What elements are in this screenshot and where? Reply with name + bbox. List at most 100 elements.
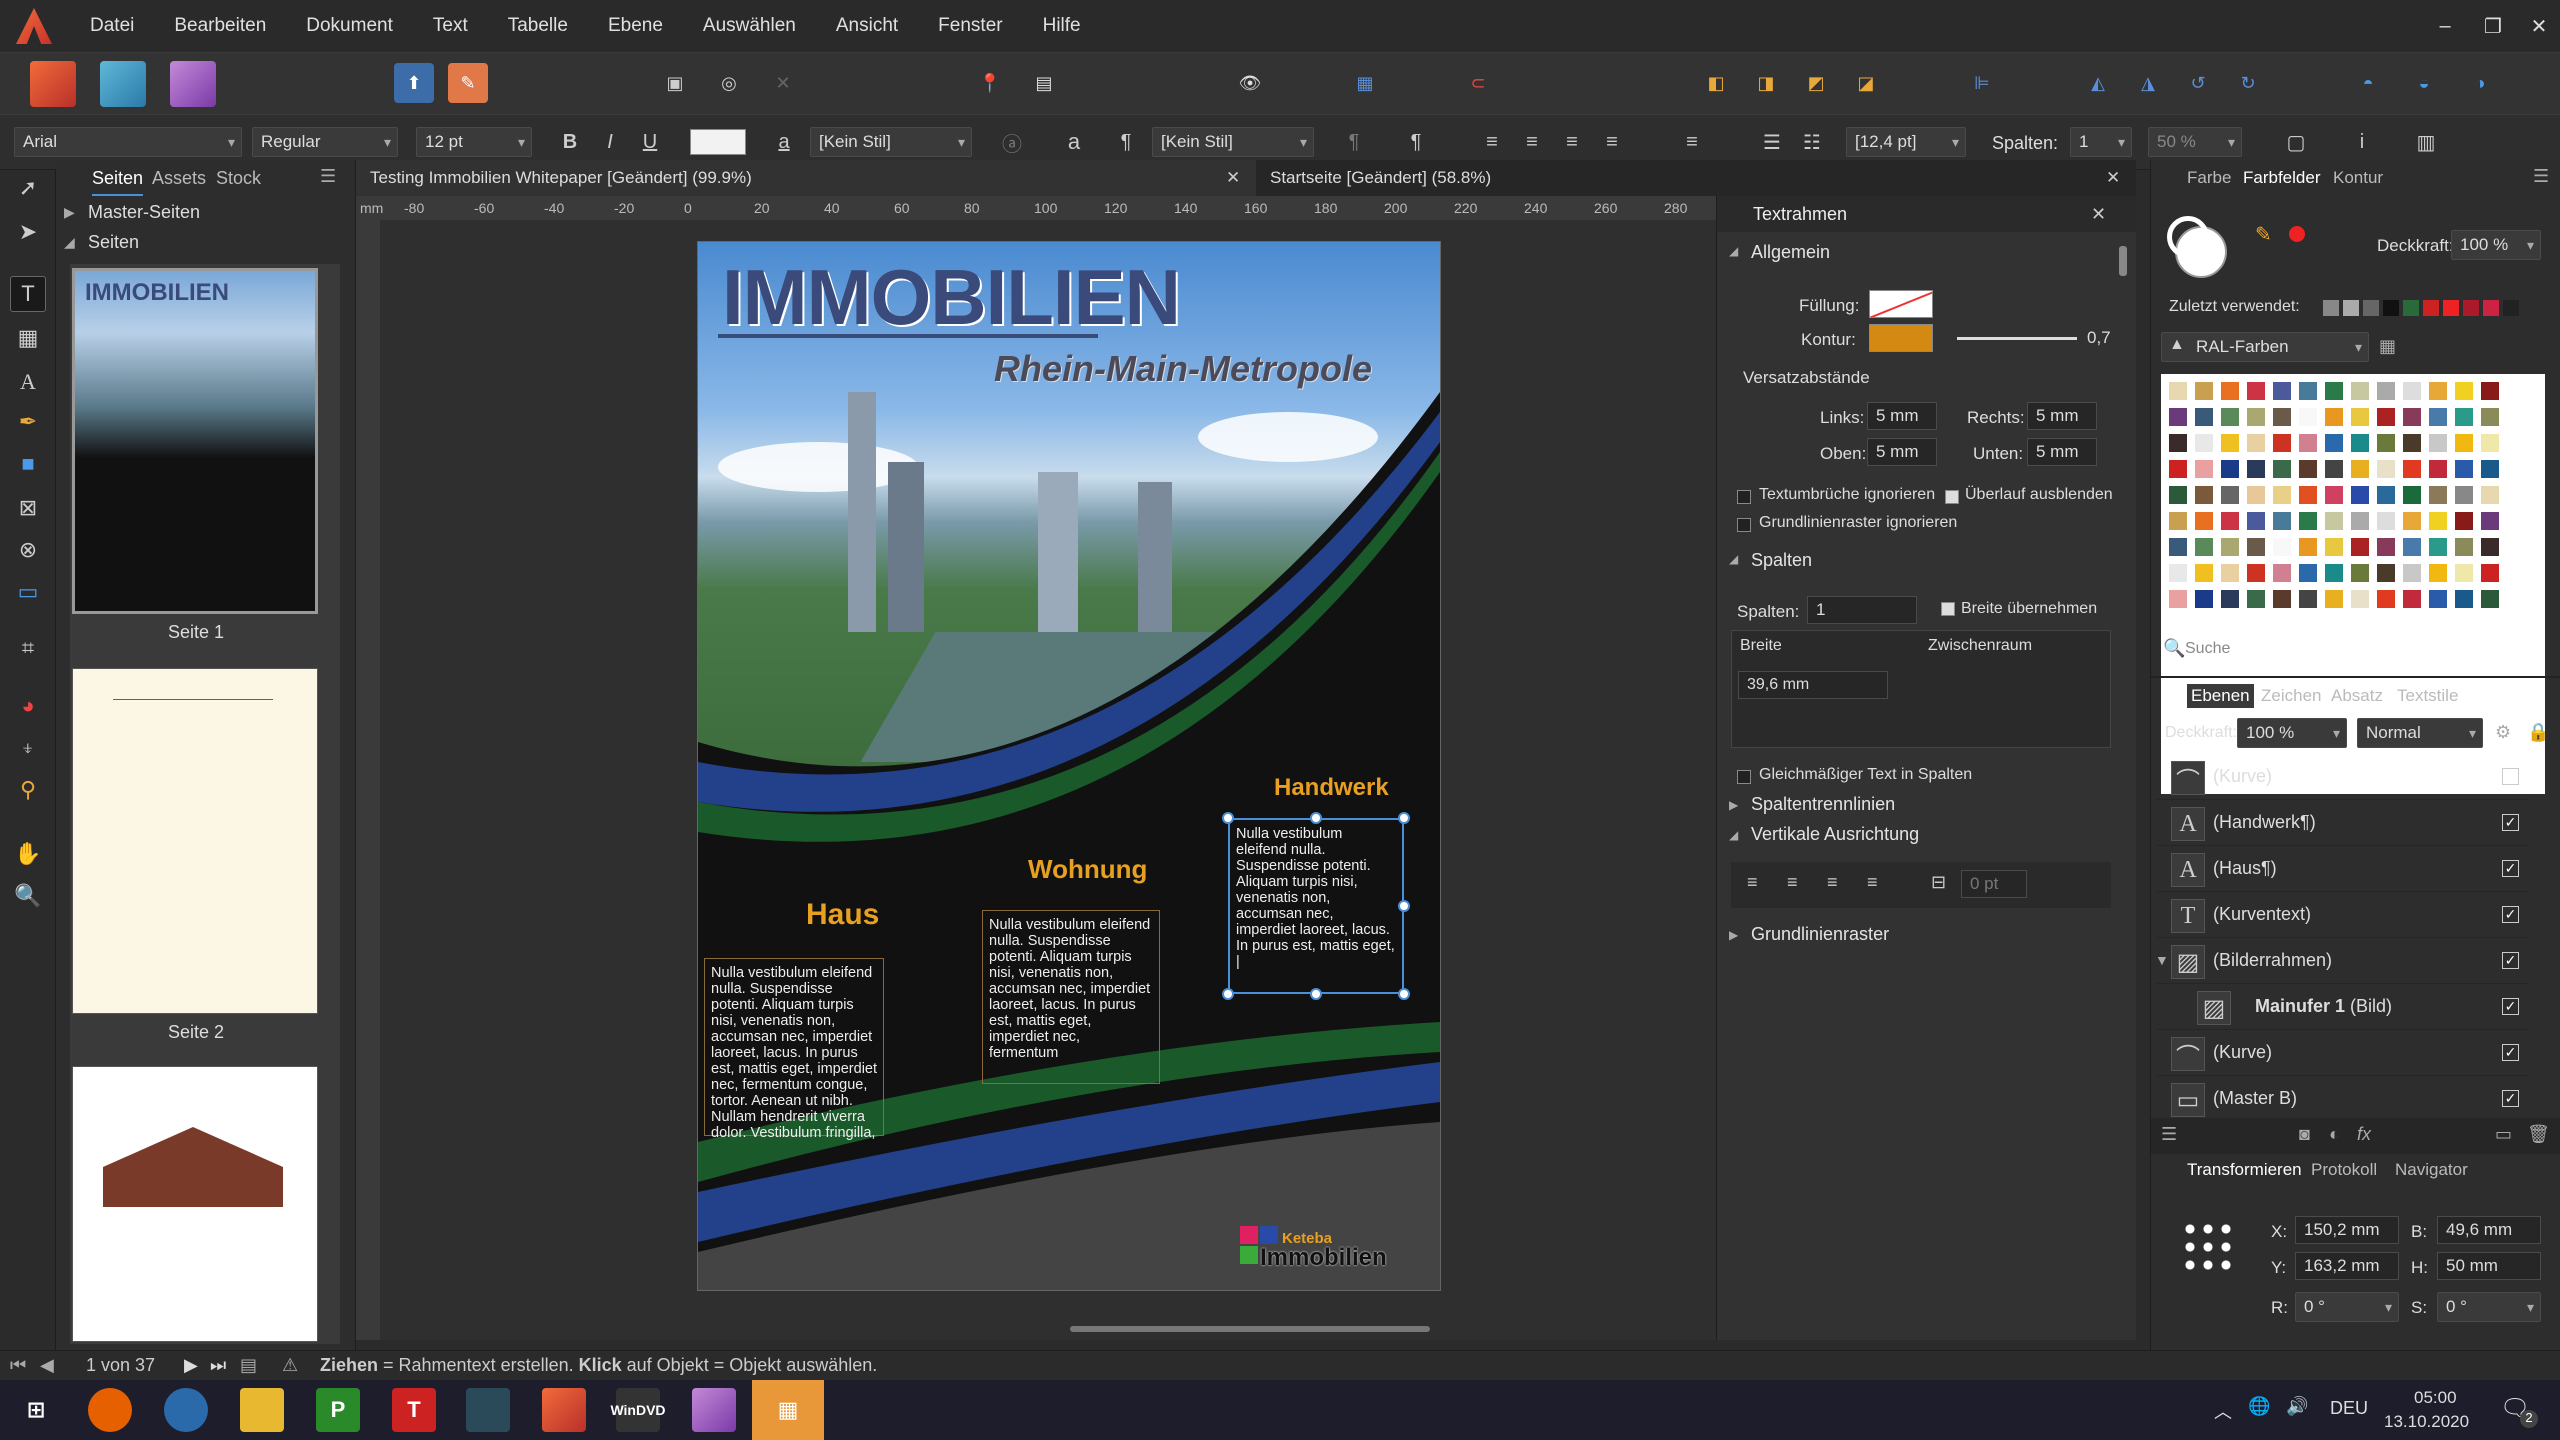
color-swatch[interactable] [2273,512,2291,530]
underline-button[interactable]: U [634,127,666,157]
color-swatch[interactable] [2299,382,2317,400]
collapse-pages-icon[interactable]: ◢ [64,234,75,251]
designer-persona-icon[interactable] [170,61,216,107]
align-right-icon[interactable]: ≡ [1556,127,1588,157]
color-swatch[interactable] [2221,382,2239,400]
color-swatch[interactable] [2403,434,2421,452]
color-swatch[interactable] [2247,564,2265,582]
fill-swatch[interactable] [1869,290,1933,318]
layer-row[interactable]: ⌒ (Kurve) ✓ [2157,754,2529,800]
color-swatch[interactable] [2377,564,2395,582]
color-swatch[interactable] [2299,512,2317,530]
color-swatch[interactable] [2169,486,2187,504]
color-swatch[interactable] [2351,486,2369,504]
color-swatch[interactable] [2221,512,2239,530]
general-section[interactable]: Allgemein [1751,242,1830,263]
color-swatch[interactable] [2481,538,2499,556]
color-swatch[interactable] [2481,590,2499,608]
layer-row[interactable]: A (Haus¶) ✓ [2157,846,2529,892]
color-swatch[interactable] [2169,434,2187,452]
para-style-button[interactable]: ¶ [1400,127,1432,157]
color-swatch[interactable] [2221,564,2239,582]
geometry-add-icon[interactable]: ◓ [2348,63,2388,103]
color-swatch[interactable] [2351,512,2369,530]
color-swatch[interactable] [2377,434,2395,452]
collapse-general-icon[interactable]: ◢ [1729,244,1738,258]
menu-ansicht[interactable]: Ansicht [816,15,918,37]
color-swatch[interactable] [2221,434,2239,452]
color-swatch[interactable] [2247,486,2265,504]
color-swatch[interactable] [2273,460,2291,478]
page-thumbnail-3[interactable] [72,1066,318,1342]
hand-tool-icon[interactable]: ✋ [10,836,46,872]
ellipse-frame-tool-icon[interactable]: ⊗ [10,532,46,568]
collapse-columns-icon[interactable]: ◢ [1729,552,1738,566]
column-rules-section[interactable]: Spaltentrennlinien [1751,794,1895,815]
color-swatch[interactable] [2325,538,2343,556]
color-swatch[interactable] [2273,434,2291,452]
arrange-back-icon[interactable]: ◧ [1696,63,1736,103]
color-swatch[interactable] [2247,382,2265,400]
color-swatch[interactable] [2429,408,2447,426]
baseline-grid-icon[interactable]: ▦ [1345,63,1385,103]
collapse-vertical-align-icon[interactable]: ◢ [1729,828,1738,842]
frame-text-tool-icon[interactable]: T [10,276,46,312]
color-swatch[interactable] [2403,486,2421,504]
color-swatch[interactable] [2403,538,2421,556]
photo-persona-icon[interactable] [100,61,146,107]
text-frame-haus[interactable]: Nulla vestibulum eleifend nulla. Suspend… [704,958,884,1141]
color-swatch[interactable] [2299,460,2317,478]
palette-options-icon[interactable]: ▦ [2379,336,2396,357]
fx-text-icon[interactable]: i [2346,127,2378,157]
red-dot-swatch[interactable] [2289,226,2305,242]
color-swatch[interactable] [2325,382,2343,400]
zoom-percent-select[interactable]: 50 % [2148,127,2242,157]
tab-textstile[interactable]: Textstile [2397,686,2458,706]
color-swatch[interactable] [2299,486,2317,504]
hide-overflow-checkbox[interactable] [1945,490,1959,504]
align-left-icon[interactable]: ≡ [1476,127,1508,157]
color-swatch[interactable] [2325,460,2343,478]
view-mode-icon[interactable]: ◎ [709,63,749,103]
even-text-checkbox[interactable] [1737,770,1751,784]
color-swatch[interactable] [2169,538,2187,556]
tab-ebenen[interactable]: Ebenen [2187,684,2254,708]
layer-visibility-checkbox[interactable]: ✓ [2502,814,2519,831]
clock-date[interactable]: 13.10.2020 [2384,1412,2469,1432]
color-swatch[interactable] [2377,408,2395,426]
language-indicator[interactable]: DEU [2330,1398,2368,1419]
flip-vertical-icon[interactable]: ◮ [2128,63,2168,103]
text-wrap-icon[interactable]: ▤ [1024,63,1064,103]
place-image-tool-icon[interactable]: ▭ [10,574,46,610]
layer-lock-icon[interactable]: 🔒 [2527,722,2549,743]
tab-document-startseite[interactable]: Startseite [Geändert] (58.8%) ✕ [1256,160,2136,196]
color-swatch[interactable] [2429,512,2447,530]
document-page[interactable]: IMMOBILIEN Rhein-Main-Metropole Haus Woh… [698,242,1440,1290]
color-swatch[interactable] [2221,538,2239,556]
color-swatch[interactable] [2351,590,2369,608]
color-swatch[interactable] [2169,590,2187,608]
rotate-right-icon[interactable]: ↻ [2228,63,2268,103]
bullet-list-icon[interactable]: ☰ [1756,127,1788,157]
first-page-icon[interactable]: ⏮ [10,1355,26,1376]
eyedropper-icon[interactable]: ✎ [2255,222,2272,247]
character-style-select[interactable]: [Kein Stil] [810,127,972,157]
close-window-icon[interactable]: ✕ [2514,0,2560,52]
menu-auswaehlen[interactable]: Auswählen [683,15,816,37]
new-layer-icon[interactable]: ▭ [2495,1124,2512,1145]
layer-visibility-checkbox[interactable]: ✓ [2502,768,2519,785]
layer-visibility-checkbox[interactable]: ✓ [2502,998,2519,1015]
align-center-icon[interactable]: ≡ [1516,127,1548,157]
tab-assets[interactable]: Assets [152,160,206,196]
color-swatch[interactable] [2455,512,2473,530]
color-swatch[interactable] [2351,382,2369,400]
inset-top-input[interactable]: 5 mm [1867,438,1937,466]
color-swatch[interactable] [2455,538,2473,556]
inset-right-input[interactable]: 5 mm [2027,402,2097,430]
opacity-select[interactable]: 100 % [2451,230,2541,260]
preview-mode-icon[interactable]: 👁 [1230,63,1270,103]
page-thumbnail-2[interactable] [72,668,318,1014]
align-icon[interactable]: ⊫ [1962,63,2002,103]
color-picker-tool-icon[interactable]: ⚲ [10,772,46,808]
layer-opacity-select[interactable]: 100 % [2237,718,2347,748]
